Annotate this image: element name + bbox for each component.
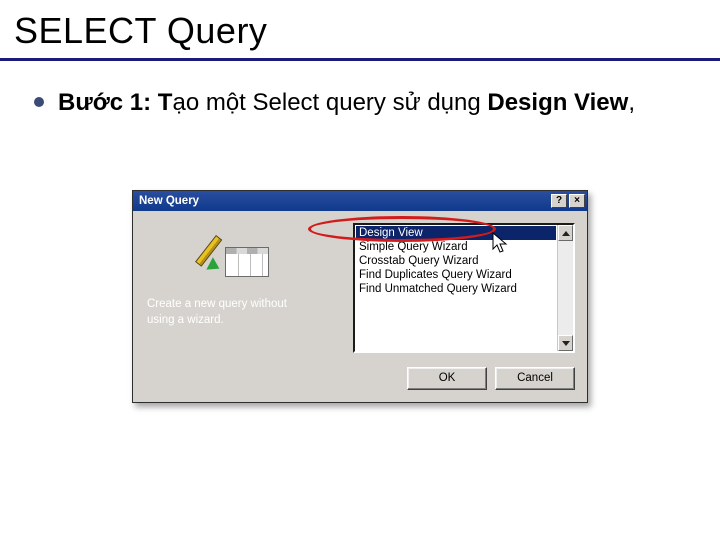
- bullet-dot-icon: [34, 97, 44, 107]
- dialog-controls: ? ×: [551, 194, 585, 208]
- list-item[interactable]: Find Duplicates Query Wizard: [356, 268, 556, 282]
- cancel-button[interactable]: Cancel: [495, 367, 575, 390]
- bullet-rest: ạo một Select query sử dụng: [172, 89, 487, 116]
- dialog-left-pane: Create a new query without using a wizar…: [145, 223, 343, 353]
- wizard-icon-area: [145, 223, 343, 297]
- dialog-body: Create a new query without using a wizar…: [133, 211, 587, 402]
- dialog-description: Create a new query without using a wizar…: [145, 297, 343, 328]
- title-underline: [0, 58, 720, 61]
- bullet-bold-1: Bước 1: T: [58, 89, 172, 116]
- dialog-button-row: OK Cancel: [145, 353, 575, 390]
- chevron-up-icon: [562, 231, 570, 236]
- list-item[interactable]: Find Unmatched Query Wizard: [356, 282, 556, 296]
- new-query-dialog: New Query ? ×: [132, 190, 588, 403]
- dialog-top-row: Create a new query without using a wizar…: [145, 223, 575, 353]
- query-type-listbox[interactable]: Design ViewSimple Query WizardCrosstab Q…: [353, 223, 575, 353]
- slide-title: SELECT Query: [0, 0, 720, 58]
- close-button[interactable]: ×: [569, 194, 585, 208]
- bullet-text: Bước 1: Tạo một Select query sử dụng Des…: [58, 87, 635, 119]
- help-icon: ?: [556, 196, 562, 206]
- scroll-up-button[interactable]: [558, 225, 573, 241]
- scroll-down-button[interactable]: [558, 335, 573, 351]
- help-button[interactable]: ?: [551, 194, 567, 208]
- list-item[interactable]: Crosstab Query Wizard: [356, 254, 556, 268]
- close-icon: ×: [574, 196, 580, 206]
- desc-line-2: using a wizard.: [147, 314, 224, 326]
- dialog-title: New Query: [139, 195, 551, 207]
- dialog-titlebar[interactable]: New Query ? ×: [133, 191, 587, 211]
- dialog-frame: New Query ? ×: [132, 190, 588, 403]
- bullet-tail: ,: [628, 89, 635, 116]
- ok-button[interactable]: OK: [407, 367, 487, 390]
- chevron-down-icon: [562, 341, 570, 346]
- slide: SELECT Query Bước 1: Tạo một Select quer…: [0, 0, 720, 540]
- desc-line-1: Create a new query without: [147, 298, 287, 310]
- pencil-grid-icon: [215, 237, 273, 283]
- bullet-bold-2: Design View: [487, 89, 628, 116]
- list-item[interactable]: Simple Query Wizard: [356, 240, 556, 254]
- listbox-scrollbar[interactable]: [557, 225, 573, 351]
- list-item[interactable]: Design View: [356, 226, 556, 240]
- bullet-row: Bước 1: Tạo một Select query sử dụng Des…: [0, 87, 720, 119]
